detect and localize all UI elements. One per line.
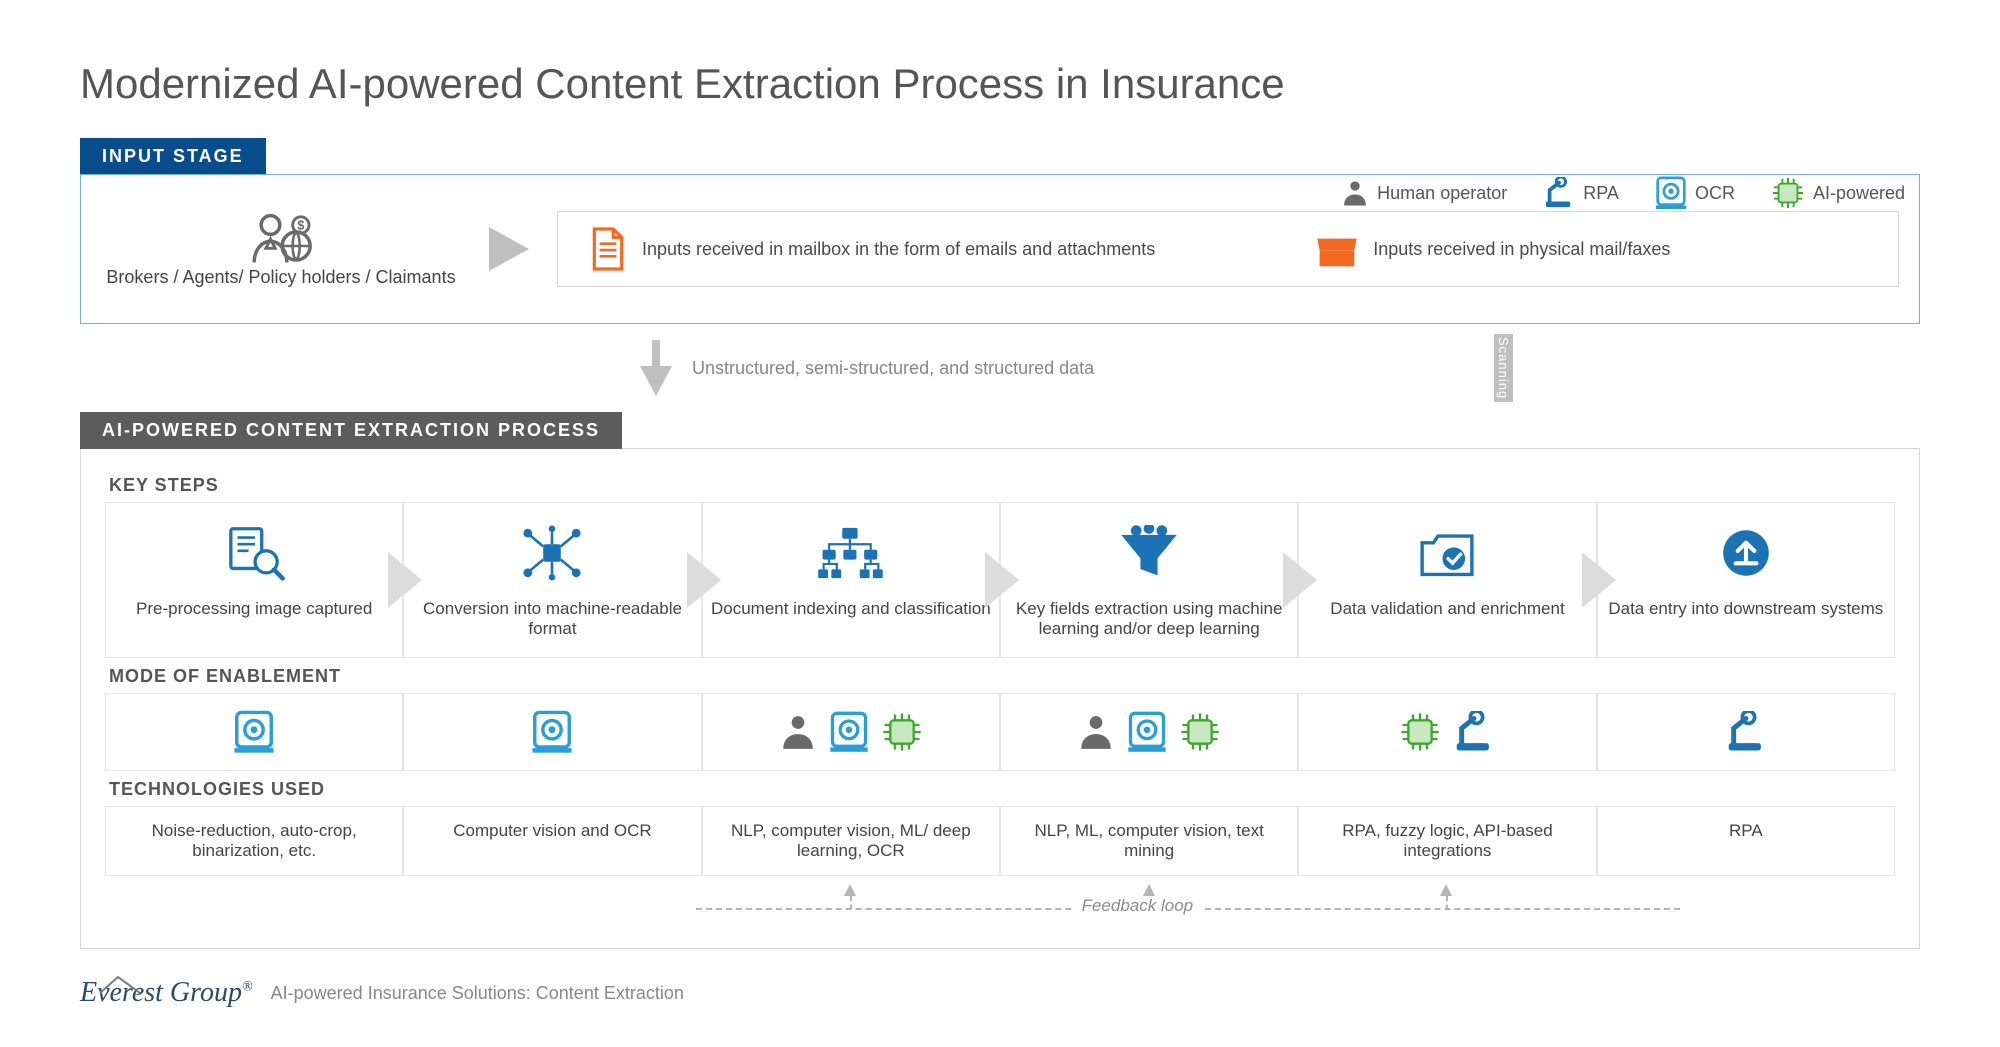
tech-cell-2: Computer vision and OCR xyxy=(403,806,701,876)
process-frame: KEY STEPS Pre-processing image captured … xyxy=(80,448,1920,949)
tech-cell-1: Noise-reduction, auto-crop, binarization… xyxy=(105,806,403,876)
mode-cell-2 xyxy=(403,693,701,771)
document-icon xyxy=(588,226,628,272)
input-channels-box: Inputs received in mailbox in the form o… xyxy=(557,211,1899,287)
chevron-right-icon xyxy=(1283,552,1317,608)
row-label-tech: TECHNOLOGIES USED xyxy=(109,779,1895,800)
ocr-icon xyxy=(233,709,275,755)
feedback-label: Feedback loop xyxy=(1072,896,1204,916)
step-label: Key fields extraction using machine lear… xyxy=(1009,599,1289,639)
rpa-icon xyxy=(1453,711,1495,753)
folder-check-icon xyxy=(1415,527,1479,579)
registered-mark: ® xyxy=(242,980,253,995)
tech-row: Noise-reduction, auto-crop, binarization… xyxy=(105,806,1895,876)
chevron-right-icon xyxy=(1582,552,1616,608)
input-physical-label: Inputs received in physical mail/faxes xyxy=(1373,239,1670,260)
step-label: Conversion into machine-readable format xyxy=(412,599,692,639)
step-classification: Document indexing and classification xyxy=(702,502,1000,658)
mail-tray-icon xyxy=(1315,229,1359,269)
mid-annotation-label: Unstructured, semi-structured, and struc… xyxy=(692,358,1094,379)
mid-annotation-row: Unstructured, semi-structured, and struc… xyxy=(640,334,1920,402)
mode-cell-6 xyxy=(1597,693,1895,771)
step-extraction: Key fields extraction using machine lear… xyxy=(1000,502,1298,658)
input-sources-label: Brokers / Agents/ Policy holders / Claim… xyxy=(106,267,455,288)
chevron-right-icon xyxy=(388,552,422,608)
ai-chip-icon xyxy=(881,711,923,753)
input-email-label: Inputs received in mailbox in the form o… xyxy=(642,239,1155,260)
tech-cell-3: NLP, computer vision, ML/ deep learning,… xyxy=(702,806,1000,876)
row-label-key-steps: KEY STEPS xyxy=(109,475,1895,496)
footer: Everest Group® AI-powered Insurance Solu… xyxy=(80,977,684,1009)
chevron-right-icon xyxy=(687,552,721,608)
ocr-icon xyxy=(531,709,573,755)
mode-cell-4 xyxy=(1000,693,1298,771)
network-node-icon xyxy=(519,524,585,582)
step-label: Data validation and enrichment xyxy=(1307,599,1587,619)
page-title: Modernized AI-powered Content Extraction… xyxy=(80,60,1920,108)
everest-logo: Everest Group® xyxy=(80,977,253,1009)
section-tab-process: AI-POWERED CONTENT EXTRACTION PROCESS xyxy=(80,412,622,449)
key-steps-row: Pre-processing image captured Conversion… xyxy=(105,502,1895,658)
mode-cell-5 xyxy=(1298,693,1596,771)
chevron-right-icon xyxy=(985,552,1019,608)
input-stage-frame: Brokers / Agents/ Policy holders / Claim… xyxy=(80,174,1920,324)
input-email-cell: Inputs received in mailbox in the form o… xyxy=(588,226,1155,272)
ocr-icon xyxy=(1127,710,1167,754)
upload-circle-icon xyxy=(1717,525,1775,581)
step-data-entry: Data entry into downstream systems xyxy=(1597,502,1895,658)
footer-subtitle: AI-powered Insurance Solutions: Content … xyxy=(271,983,684,1004)
mode-cell-3 xyxy=(702,693,1000,771)
feedback-loop: Feedback loop xyxy=(105,878,1895,924)
input-physical-cell: Inputs received in physical mail/faxes xyxy=(1315,229,1670,269)
arrow-up-icon xyxy=(1143,884,1155,896)
tech-cell-5: RPA, fuzzy logic, API-based integrations xyxy=(1298,806,1596,876)
arrow-up-icon xyxy=(844,884,856,896)
step-label: Data entry into downstream systems xyxy=(1606,599,1886,619)
tech-cell-4: NLP, ML, computer vision, text mining xyxy=(1000,806,1298,876)
rpa-icon xyxy=(1725,711,1767,753)
hierarchy-icon xyxy=(816,525,886,581)
scanning-label: Scanning xyxy=(1494,334,1513,402)
arrow-right-icon xyxy=(489,227,529,271)
mode-row xyxy=(105,693,1895,771)
tech-cell-6: RPA xyxy=(1597,806,1895,876)
row-label-mode: MODE OF ENABLEMENT xyxy=(109,666,1895,687)
step-label: Pre-processing image captured xyxy=(114,599,394,619)
step-conversion: Conversion into machine-readable format xyxy=(403,502,701,658)
ai-chip-icon xyxy=(1399,711,1441,753)
arrow-up-icon xyxy=(1440,884,1452,896)
step-validation: Data validation and enrichment xyxy=(1298,502,1596,658)
input-sources-block: Brokers / Agents/ Policy holders / Claim… xyxy=(101,211,461,288)
broker-globe-icon xyxy=(241,211,321,267)
funnel-icon xyxy=(1117,525,1181,581)
step-label: Document indexing and classification xyxy=(711,599,991,619)
step-preprocessing: Pre-processing image captured xyxy=(105,502,403,658)
human-icon xyxy=(779,711,817,753)
arrow-down-icon xyxy=(640,340,672,396)
section-tab-input: INPUT STAGE xyxy=(80,138,266,175)
roof-icon xyxy=(98,973,158,995)
ocr-icon xyxy=(829,710,869,754)
magnify-doc-icon xyxy=(222,524,286,582)
mode-cell-1 xyxy=(105,693,403,771)
ai-chip-icon xyxy=(1179,711,1221,753)
human-icon xyxy=(1077,711,1115,753)
